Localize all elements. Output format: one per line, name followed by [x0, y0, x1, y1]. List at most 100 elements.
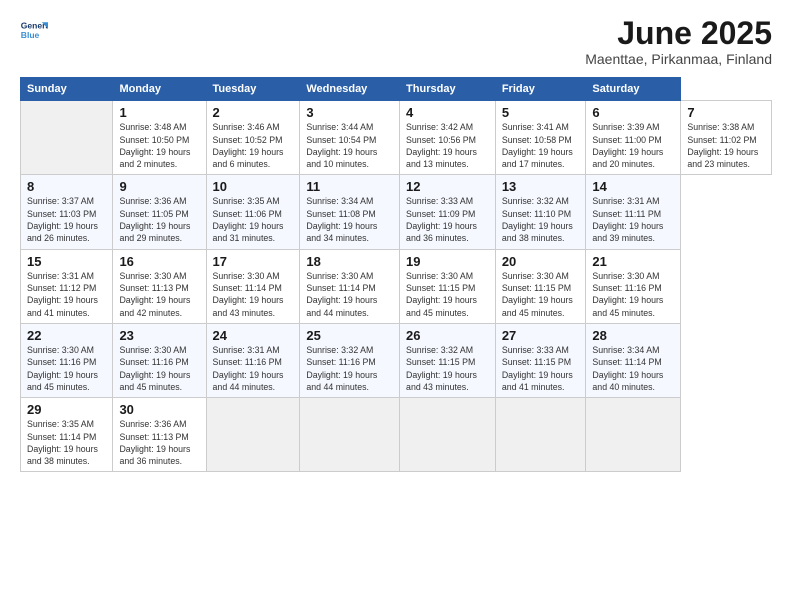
- daylight-text: Daylight: 19 hours and 26 minutes.: [27, 221, 98, 243]
- sunrise-text: Sunrise: 3:30 AM: [502, 271, 569, 281]
- table-cell: 8 Sunrise: 3:37 AM Sunset: 11:03 PM Dayl…: [21, 175, 113, 249]
- sunset-text: Sunset: 10:58 PM: [502, 135, 572, 145]
- sunrise-text: Sunrise: 3:32 AM: [306, 345, 373, 355]
- daylight-text: Daylight: 19 hours and 34 minutes.: [306, 221, 377, 243]
- daylight-text: Daylight: 19 hours and 45 minutes.: [592, 295, 663, 317]
- table-cell: 17 Sunrise: 3:30 AM Sunset: 11:14 PM Day…: [206, 249, 300, 323]
- day-info: Sunrise: 3:34 AM Sunset: 11:08 PM Daylig…: [306, 195, 393, 244]
- daylight-text: Daylight: 19 hours and 42 minutes.: [119, 295, 190, 317]
- day-number: 13: [502, 179, 580, 194]
- week-row-1: 1 Sunrise: 3:48 AM Sunset: 10:50 PM Dayl…: [21, 101, 772, 175]
- sunrise-text: Sunrise: 3:36 AM: [119, 196, 186, 206]
- table-cell: 18 Sunrise: 3:30 AM Sunset: 11:14 PM Day…: [300, 249, 400, 323]
- sunset-text: Sunset: 11:16 PM: [592, 283, 661, 293]
- daylight-text: Daylight: 19 hours and 45 minutes.: [502, 295, 573, 317]
- day-number: 22: [27, 328, 106, 343]
- svg-text:General: General: [21, 20, 48, 30]
- sunset-text: Sunset: 11:02 PM: [687, 135, 756, 145]
- table-cell: 19 Sunrise: 3:30 AM Sunset: 11:15 PM Day…: [400, 249, 496, 323]
- table-cell: 22 Sunrise: 3:30 AM Sunset: 11:16 PM Day…: [21, 323, 113, 397]
- daylight-text: Daylight: 19 hours and 39 minutes.: [592, 221, 663, 243]
- sunrise-text: Sunrise: 3:39 AM: [592, 122, 659, 132]
- day-number: 17: [213, 254, 294, 269]
- day-number: 28: [592, 328, 674, 343]
- daylight-text: Daylight: 19 hours and 43 minutes.: [406, 370, 477, 392]
- day-info: Sunrise: 3:35 AM Sunset: 11:14 PM Daylig…: [27, 418, 106, 467]
- sunset-text: Sunset: 11:05 PM: [119, 209, 188, 219]
- table-cell: 26 Sunrise: 3:32 AM Sunset: 11:15 PM Day…: [400, 323, 496, 397]
- day-number: 8: [27, 179, 106, 194]
- day-number: 14: [592, 179, 674, 194]
- daylight-text: Daylight: 19 hours and 43 minutes.: [213, 295, 284, 317]
- day-info: Sunrise: 3:33 AM Sunset: 11:09 PM Daylig…: [406, 195, 489, 244]
- table-cell: [300, 398, 400, 472]
- table-cell: 29 Sunrise: 3:35 AM Sunset: 11:14 PM Day…: [21, 398, 113, 472]
- table-cell: 23 Sunrise: 3:30 AM Sunset: 11:16 PM Day…: [113, 323, 206, 397]
- day-info: Sunrise: 3:30 AM Sunset: 11:16 PM Daylig…: [119, 344, 199, 393]
- sunset-text: Sunset: 11:15 PM: [502, 357, 571, 367]
- sunset-text: Sunset: 11:13 PM: [119, 283, 188, 293]
- table-cell: 11 Sunrise: 3:34 AM Sunset: 11:08 PM Day…: [300, 175, 400, 249]
- day-info: Sunrise: 3:32 AM Sunset: 11:16 PM Daylig…: [306, 344, 393, 393]
- daylight-text: Daylight: 19 hours and 17 minutes.: [502, 147, 573, 169]
- daylight-text: Daylight: 19 hours and 38 minutes.: [27, 444, 98, 466]
- daylight-text: Daylight: 19 hours and 38 minutes.: [502, 221, 573, 243]
- daylight-text: Daylight: 19 hours and 29 minutes.: [119, 221, 190, 243]
- sunset-text: Sunset: 11:16 PM: [213, 357, 282, 367]
- table-cell: 20 Sunrise: 3:30 AM Sunset: 11:15 PM Day…: [495, 249, 586, 323]
- sunset-text: Sunset: 11:12 PM: [27, 283, 96, 293]
- daylight-text: Daylight: 19 hours and 44 minutes.: [213, 370, 284, 392]
- sunrise-text: Sunrise: 3:30 AM: [119, 271, 186, 281]
- day-info: Sunrise: 3:34 AM Sunset: 11:14 PM Daylig…: [592, 344, 674, 393]
- daylight-text: Daylight: 19 hours and 45 minutes.: [406, 295, 477, 317]
- sunrise-text: Sunrise: 3:44 AM: [306, 122, 373, 132]
- sunrise-text: Sunrise: 3:31 AM: [213, 345, 280, 355]
- table-cell: 1 Sunrise: 3:48 AM Sunset: 10:50 PM Dayl…: [113, 101, 206, 175]
- day-info: Sunrise: 3:48 AM Sunset: 10:50 PM Daylig…: [119, 121, 199, 170]
- sunrise-text: Sunrise: 3:30 AM: [306, 271, 373, 281]
- day-number: 24: [213, 328, 294, 343]
- daylight-text: Daylight: 19 hours and 31 minutes.: [213, 221, 284, 243]
- sunrise-text: Sunrise: 3:42 AM: [406, 122, 473, 132]
- daylight-text: Daylight: 19 hours and 44 minutes.: [306, 370, 377, 392]
- day-info: Sunrise: 3:30 AM Sunset: 11:16 PM Daylig…: [27, 344, 106, 393]
- day-info: Sunrise: 3:41 AM Sunset: 10:58 PM Daylig…: [502, 121, 580, 170]
- day-number: 11: [306, 179, 393, 194]
- sunrise-text: Sunrise: 3:30 AM: [119, 345, 186, 355]
- day-info: Sunrise: 3:30 AM Sunset: 11:15 PM Daylig…: [406, 270, 489, 319]
- sunset-text: Sunset: 11:16 PM: [27, 357, 96, 367]
- day-number: 19: [406, 254, 489, 269]
- day-number: 2: [213, 105, 294, 120]
- sunset-text: Sunset: 11:13 PM: [119, 432, 188, 442]
- sunrise-text: Sunrise: 3:31 AM: [27, 271, 94, 281]
- week-row-2: 8 Sunrise: 3:37 AM Sunset: 11:03 PM Dayl…: [21, 175, 772, 249]
- day-info: Sunrise: 3:44 AM Sunset: 10:54 PM Daylig…: [306, 121, 393, 170]
- day-info: Sunrise: 3:32 AM Sunset: 11:15 PM Daylig…: [406, 344, 489, 393]
- header-saturday: Saturday: [586, 78, 681, 101]
- day-number: 29: [27, 402, 106, 417]
- table-cell: 28 Sunrise: 3:34 AM Sunset: 11:14 PM Day…: [586, 323, 681, 397]
- page-subtitle: Maenttae, Pirkanmaa, Finland: [585, 51, 772, 67]
- sunrise-text: Sunrise: 3:30 AM: [213, 271, 280, 281]
- daylight-text: Daylight: 19 hours and 41 minutes.: [502, 370, 573, 392]
- calendar-table: Sunday Monday Tuesday Wednesday Thursday…: [20, 77, 772, 472]
- sunrise-text: Sunrise: 3:35 AM: [27, 419, 94, 429]
- table-cell: 7 Sunrise: 3:38 AM Sunset: 11:02 PM Dayl…: [681, 101, 772, 175]
- sunset-text: Sunset: 11:15 PM: [406, 357, 475, 367]
- sunset-text: Sunset: 11:14 PM: [592, 357, 661, 367]
- sunset-text: Sunset: 11:10 PM: [502, 209, 571, 219]
- sunrise-text: Sunrise: 3:48 AM: [119, 122, 186, 132]
- day-number: 10: [213, 179, 294, 194]
- day-number: 21: [592, 254, 674, 269]
- daylight-text: Daylight: 19 hours and 13 minutes.: [406, 147, 477, 169]
- daylight-text: Daylight: 19 hours and 40 minutes.: [592, 370, 663, 392]
- svg-text:Blue: Blue: [21, 30, 40, 40]
- table-cell: [206, 398, 300, 472]
- table-cell: 21 Sunrise: 3:30 AM Sunset: 11:16 PM Day…: [586, 249, 681, 323]
- day-number: 6: [592, 105, 674, 120]
- table-cell: [400, 398, 496, 472]
- sunset-text: Sunset: 10:56 PM: [406, 135, 476, 145]
- daylight-text: Daylight: 19 hours and 20 minutes.: [592, 147, 663, 169]
- day-info: Sunrise: 3:30 AM Sunset: 11:15 PM Daylig…: [502, 270, 580, 319]
- table-cell: [495, 398, 586, 472]
